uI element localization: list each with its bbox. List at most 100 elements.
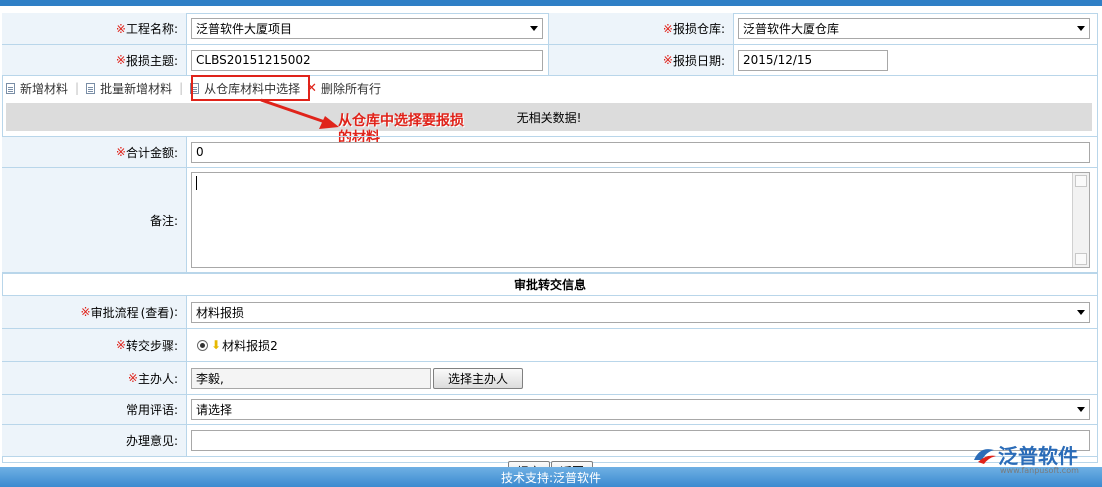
date-input[interactable]: 2015/12/15 (738, 49, 888, 71)
required-mark: ※ (115, 53, 126, 67)
document-icon (86, 82, 96, 94)
brand-logo-icon (974, 448, 996, 464)
warehouse-label: ※ 报损仓库: (549, 13, 734, 44)
required-mark: ※ (115, 21, 126, 36)
remark-label: 备注: (2, 168, 187, 272)
row-handler: ※ 主办人: 李毅, 选择主办人 (2, 362, 1098, 395)
row-transfer-step: ※ 转交步骤: ⬇ 材料报损2 (2, 329, 1098, 362)
annotation-line-1: 从仓库中选择要报损 (338, 113, 464, 129)
required-mark: ※ (115, 145, 126, 159)
total-input[interactable]: 0 (191, 141, 1090, 163)
add-material-button[interactable]: 新增材料 (6, 80, 68, 97)
text-cursor (196, 176, 197, 190)
subject-input-value: CLBS20151215002 (196, 53, 311, 67)
flow-colon: : (173, 305, 178, 319)
material-toolbar: 新增材料 | 批量新增材料 | 从仓库材料中选择 ✕ 删除所有行 (2, 76, 1098, 100)
batch-add-material-button[interactable]: 批量新增材料 (86, 80, 172, 97)
row-subject-date: ※ 报损主题: CLBS20151215002 ※ 报损日期: 2015/12/… (2, 45, 1098, 76)
handler-input-value: 李毅, (196, 371, 224, 386)
remark-label-text: 备注: (149, 213, 178, 228)
annotation-arrow-icon (260, 98, 339, 129)
subject-input[interactable]: CLBS20151215002 (191, 49, 543, 71)
footer-bar: 技术支持:泛普软件 (0, 467, 1102, 487)
comment-label-text: 常用评语: (125, 403, 178, 417)
chevron-down-icon (530, 26, 538, 31)
toolbar-separator: | (75, 81, 80, 95)
select-handler-button[interactable]: 选择主办人 (433, 367, 524, 389)
date-label-text: 报损日期: (672, 53, 725, 68)
flow-select[interactable]: 材料报损 (191, 301, 1090, 323)
approval-section-title: 审批转交信息 (2, 273, 1098, 296)
toolbar-separator: | (179, 81, 184, 95)
required-mark: ※ (127, 371, 138, 385)
delete-all-rows-label: 删除所有行 (321, 81, 382, 96)
total-label-text: 合计金额: (125, 145, 178, 160)
project-label-text: 工程名称: (125, 22, 178, 36)
step-label-text: 转交步骤: (125, 338, 178, 353)
step-cell: ⬇ 材料报损2 (187, 329, 1098, 361)
material-table-empty: 无相关数据! (6, 103, 1092, 131)
chevron-down-icon (1077, 309, 1085, 315)
remark-textarea[interactable] (191, 172, 1090, 268)
handler-input[interactable]: 李毅, (191, 367, 431, 389)
brand-logo: 泛普软件 (970, 440, 1078, 469)
remark-scrollbar[interactable] (1072, 173, 1089, 267)
total-cell: 0 (187, 137, 1098, 167)
flow-select-value: 材料报损 (196, 305, 245, 320)
delete-all-rows-button[interactable]: ✕ 删除所有行 (306, 80, 381, 97)
project-label: ※ 工程名称: (2, 13, 187, 44)
add-material-label: 新增材料 (20, 81, 69, 96)
document-icon (6, 82, 15, 94)
view-flow-link[interactable]: (查看) (141, 304, 174, 321)
row-common-comment: 常用评语: 请选择 (2, 395, 1098, 425)
warehouse-select-value: 泛普软件大厦仓库 (743, 22, 840, 36)
warehouse-select[interactable]: 泛普软件大厦仓库 (738, 18, 1090, 39)
scroll-up-button[interactable] (1075, 175, 1087, 187)
chevron-down-icon (1077, 407, 1085, 412)
opinion-label-text: 办理意见: (125, 434, 178, 448)
brand-logo-url: www.fanpusoft.com (1000, 466, 1079, 475)
scroll-down-button[interactable] (1075, 253, 1087, 265)
total-input-value: 0 (196, 145, 204, 159)
top-accent-bar (0, 0, 1102, 6)
brand-logo-text: 泛普软件 (998, 444, 1078, 468)
total-label: ※ 合计金额: (2, 137, 187, 167)
flow-label: ※ 审批流程 (查看) : (2, 296, 187, 328)
project-cell: 泛普软件大厦项目 (187, 13, 549, 44)
row-total: ※ 合计金额: 0 (2, 136, 1098, 168)
opinion-input[interactable] (191, 430, 1090, 451)
project-select-value: 泛普软件大厦项目 (196, 22, 293, 36)
step-option-label: 材料报损2 (222, 338, 278, 353)
date-cell: 2015/12/15 (734, 45, 1098, 75)
row-remark: 备注: (2, 168, 1098, 273)
comment-cell: 请选择 (187, 395, 1098, 424)
comment-label: 常用评语: (2, 395, 187, 424)
opinion-cell (187, 425, 1098, 456)
date-input-value: 2015/12/15 (743, 53, 813, 67)
handler-label-text: 主办人: (137, 371, 178, 386)
opinion-label: 办理意见: (2, 425, 187, 456)
footer-support-text: 技术支持:泛普软件 (500, 470, 602, 485)
select-handler-button-label: 选择主办人 (448, 371, 509, 386)
required-mark: ※ (80, 305, 91, 319)
date-label: ※ 报损日期: (549, 45, 734, 75)
project-select[interactable]: 泛普软件大厦项目 (191, 18, 543, 39)
arrow-down-icon: ⬇ (211, 338, 222, 352)
chevron-down-icon (1077, 26, 1085, 31)
no-data-text: 无相关数据! (516, 110, 582, 125)
flow-label-text: 审批流程 (90, 305, 139, 320)
warehouse-label-text: 报损仓库: (672, 22, 725, 36)
comment-select[interactable]: 请选择 (191, 399, 1090, 420)
handler-label: ※ 主办人: (2, 362, 187, 394)
required-mark: ※ (662, 21, 673, 36)
row-approval-flow: ※ 审批流程 (查看) : 材料报损 (2, 296, 1098, 329)
required-mark: ※ (662, 53, 673, 67)
subject-cell: CLBS20151215002 (187, 45, 549, 75)
step-radio[interactable] (197, 339, 208, 351)
flow-cell: 材料报损 (187, 296, 1098, 328)
subject-label-text: 报损主题: (125, 53, 178, 68)
remark-cell (187, 168, 1098, 272)
row-opinion: 办理意见: (2, 425, 1098, 457)
comment-select-value: 请选择 (196, 403, 233, 417)
handler-cell: 李毅, 选择主办人 (187, 362, 1098, 394)
